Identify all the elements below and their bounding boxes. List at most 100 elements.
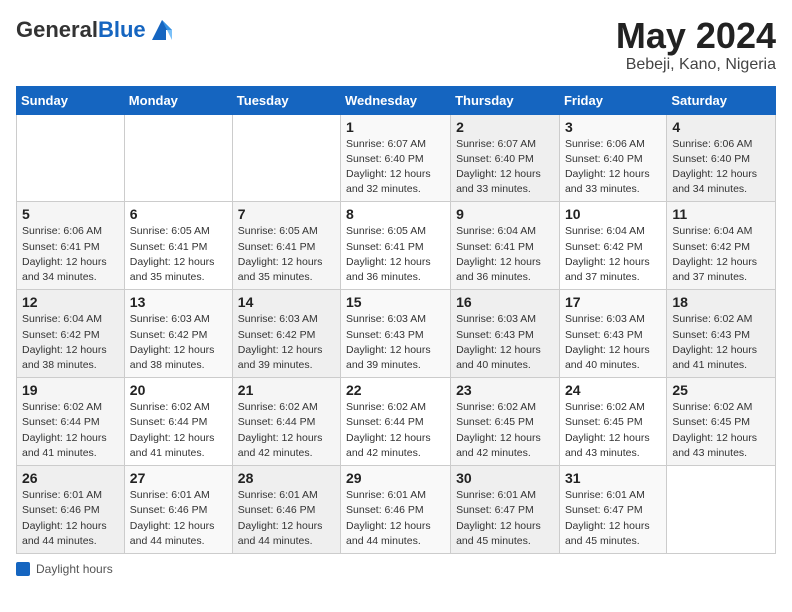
day-info: Sunrise: 6:01 AM Sunset: 6:46 PM Dayligh…	[238, 488, 335, 549]
day-info: Sunrise: 6:03 AM Sunset: 6:43 PM Dayligh…	[456, 312, 554, 373]
logo-icon	[148, 16, 176, 44]
day-info: Sunrise: 6:01 AM Sunset: 6:46 PM Dayligh…	[130, 488, 227, 549]
day-number: 22	[346, 382, 445, 398]
calendar-cell: 2Sunrise: 6:07 AM Sunset: 6:40 PM Daylig…	[451, 114, 560, 202]
calendar-week-row: 19 Sunrise: 6:02 AM Sunset: 6:44 PM Dayli…	[17, 378, 776, 466]
calendar-week-row: 1Sunrise: 6:07 AM Sunset: 6:40 PM Daylig…	[17, 114, 776, 202]
calendar-cell: 3 Sunrise: 6:06 AM Sunset: 6:40 PM Daylig…	[559, 114, 666, 202]
day-number: 16	[456, 294, 554, 310]
calendar-week-row: 12Sunrise: 6:04 AM Sunset: 6:42 PM Dayli…	[17, 290, 776, 378]
calendar-cell: 24 Sunrise: 6:02 AM Sunset: 6:45 PM Dayli…	[559, 378, 666, 466]
calendar-cell: 19 Sunrise: 6:02 AM Sunset: 6:44 PM Dayli…	[17, 378, 125, 466]
day-number: 28	[238, 470, 335, 486]
calendar-cell	[17, 114, 125, 202]
col-header-saturday: Saturday	[667, 86, 776, 114]
day-info: Sunrise: 6:07 AM Sunset: 6:40 PM Dayligh…	[346, 137, 445, 198]
calendar-cell: 29Sunrise: 6:01 AM Sunset: 6:46 PM Dayli…	[341, 466, 451, 554]
calendar-cell: 26Sunrise: 6:01 AM Sunset: 6:46 PM Dayli…	[17, 466, 125, 554]
calendar-cell: 8 Sunrise: 6:05 AM Sunset: 6:41 PM Daylig…	[341, 202, 451, 290]
day-info: Sunrise: 6:04 AM Sunset: 6:42 PM Dayligh…	[672, 224, 770, 285]
day-info: Sunrise: 6:02 AM Sunset: 6:45 PM Dayligh…	[565, 400, 661, 461]
day-number: 9	[456, 206, 554, 222]
day-number: 29	[346, 470, 445, 486]
calendar-cell: 1Sunrise: 6:07 AM Sunset: 6:40 PM Daylig…	[341, 114, 451, 202]
day-info: Sunrise: 6:02 AM Sunset: 6:44 PM Dayligh…	[22, 400, 119, 461]
day-info: Sunrise: 6:02 AM Sunset: 6:43 PM Dayligh…	[672, 312, 770, 373]
calendar-cell: 9 Sunrise: 6:04 AM Sunset: 6:41 PM Daylig…	[451, 202, 560, 290]
col-header-sunday: Sunday	[17, 86, 125, 114]
day-number: 14	[238, 294, 335, 310]
calendar-cell: 30Sunrise: 6:01 AM Sunset: 6:47 PM Dayli…	[451, 466, 560, 554]
page-header: GeneralBlue May 2024 Bebeji, Kano, Niger…	[16, 16, 776, 74]
day-number: 19	[22, 382, 119, 398]
calendar-cell: 25Sunrise: 6:02 AM Sunset: 6:45 PM Dayli…	[667, 378, 776, 466]
day-info: Sunrise: 6:02 AM Sunset: 6:45 PM Dayligh…	[456, 400, 554, 461]
day-info: Sunrise: 6:06 AM Sunset: 6:40 PM Dayligh…	[672, 137, 770, 198]
day-info: Sunrise: 6:02 AM Sunset: 6:44 PM Dayligh…	[346, 400, 445, 461]
calendar-cell: 7 Sunrise: 6:05 AM Sunset: 6:41 PM Daylig…	[232, 202, 340, 290]
calendar-cell	[667, 466, 776, 554]
day-info: Sunrise: 6:04 AM Sunset: 6:41 PM Dayligh…	[456, 224, 554, 285]
col-header-wednesday: Wednesday	[341, 86, 451, 114]
calendar-cell: 15 Sunrise: 6:03 AM Sunset: 6:43 PM Dayli…	[341, 290, 451, 378]
title-block: May 2024 Bebeji, Kano, Nigeria	[616, 16, 776, 74]
day-info: Sunrise: 6:03 AM Sunset: 6:43 PM Dayligh…	[565, 312, 661, 373]
day-info: Sunrise: 6:06 AM Sunset: 6:40 PM Dayligh…	[565, 137, 661, 198]
calendar-cell: 31Sunrise: 6:01 AM Sunset: 6:47 PM Dayli…	[559, 466, 666, 554]
day-number: 20	[130, 382, 227, 398]
calendar-cell: 23 Sunrise: 6:02 AM Sunset: 6:45 PM Dayli…	[451, 378, 560, 466]
day-info: Sunrise: 6:05 AM Sunset: 6:41 PM Dayligh…	[238, 224, 335, 285]
footer: Daylight hours	[16, 562, 776, 576]
day-info: Sunrise: 6:05 AM Sunset: 6:41 PM Dayligh…	[130, 224, 227, 285]
logo: GeneralBlue	[16, 16, 176, 44]
day-number: 6	[130, 206, 227, 222]
calendar-cell: 28 Sunrise: 6:01 AM Sunset: 6:46 PM Dayli…	[232, 466, 340, 554]
day-info: Sunrise: 6:03 AM Sunset: 6:43 PM Dayligh…	[346, 312, 445, 373]
day-number: 21	[238, 382, 335, 398]
calendar-header-row: SundayMondayTuesdayWednesdayThursdayFrid…	[17, 86, 776, 114]
day-number: 10	[565, 206, 661, 222]
calendar-cell: 6 Sunrise: 6:05 AM Sunset: 6:41 PM Daylig…	[124, 202, 232, 290]
day-info: Sunrise: 6:05 AM Sunset: 6:41 PM Dayligh…	[346, 224, 445, 285]
calendar-cell	[124, 114, 232, 202]
location-subtitle: Bebeji, Kano, Nigeria	[616, 56, 776, 74]
calendar-cell: 20 Sunrise: 6:02 AM Sunset: 6:44 PM Dayli…	[124, 378, 232, 466]
day-number: 18	[672, 294, 770, 310]
day-number: 25	[672, 382, 770, 398]
day-info: Sunrise: 6:03 AM Sunset: 6:42 PM Dayligh…	[130, 312, 227, 373]
day-number: 13	[130, 294, 227, 310]
day-number: 23	[456, 382, 554, 398]
calendar-cell: 14 Sunrise: 6:03 AM Sunset: 6:42 PM Dayli…	[232, 290, 340, 378]
day-number: 8	[346, 206, 445, 222]
calendar-cell: 12Sunrise: 6:04 AM Sunset: 6:42 PM Dayli…	[17, 290, 125, 378]
col-header-monday: Monday	[124, 86, 232, 114]
day-info: Sunrise: 6:07 AM Sunset: 6:40 PM Dayligh…	[456, 137, 554, 198]
calendar-cell: 27 Sunrise: 6:01 AM Sunset: 6:46 PM Dayli…	[124, 466, 232, 554]
calendar-cell: 11Sunrise: 6:04 AM Sunset: 6:42 PM Dayli…	[667, 202, 776, 290]
day-info: Sunrise: 6:02 AM Sunset: 6:44 PM Dayligh…	[130, 400, 227, 461]
calendar-cell: 5 Sunrise: 6:06 AM Sunset: 6:41 PM Daylig…	[17, 202, 125, 290]
day-info: Sunrise: 6:06 AM Sunset: 6:41 PM Dayligh…	[22, 224, 119, 285]
day-number: 15	[346, 294, 445, 310]
calendar-table: SundayMondayTuesdayWednesdayThursdayFrid…	[16, 86, 776, 554]
day-number: 26	[22, 470, 119, 486]
day-info: Sunrise: 6:02 AM Sunset: 6:44 PM Dayligh…	[238, 400, 335, 461]
logo-blue-text: Blue	[98, 17, 146, 42]
day-info: Sunrise: 6:04 AM Sunset: 6:42 PM Dayligh…	[565, 224, 661, 285]
day-number: 3	[565, 119, 661, 135]
footer-label: Daylight hours	[36, 562, 113, 576]
footer-dot-icon	[16, 562, 30, 576]
logo-general-text: General	[16, 17, 98, 42]
calendar-week-row: 5 Sunrise: 6:06 AM Sunset: 6:41 PM Daylig…	[17, 202, 776, 290]
day-number: 7	[238, 206, 335, 222]
calendar-cell: 22 Sunrise: 6:02 AM Sunset: 6:44 PM Dayli…	[341, 378, 451, 466]
calendar-cell: 13 Sunrise: 6:03 AM Sunset: 6:42 PM Dayli…	[124, 290, 232, 378]
day-number: 5	[22, 206, 119, 222]
calendar-cell: 18 Sunrise: 6:02 AM Sunset: 6:43 PM Dayli…	[667, 290, 776, 378]
day-info: Sunrise: 6:03 AM Sunset: 6:42 PM Dayligh…	[238, 312, 335, 373]
calendar-cell: 4Sunrise: 6:06 AM Sunset: 6:40 PM Daylig…	[667, 114, 776, 202]
day-number: 24	[565, 382, 661, 398]
calendar-cell: 16 Sunrise: 6:03 AM Sunset: 6:43 PM Dayli…	[451, 290, 560, 378]
calendar-cell: 21 Sunrise: 6:02 AM Sunset: 6:44 PM Dayli…	[232, 378, 340, 466]
day-number: 27	[130, 470, 227, 486]
